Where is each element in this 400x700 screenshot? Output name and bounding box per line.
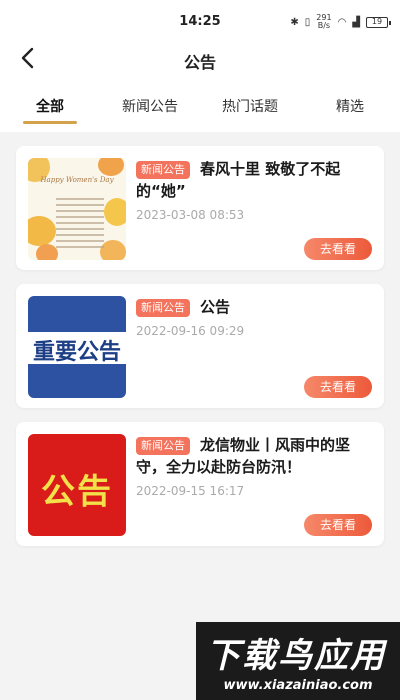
- category-badge: 新闻公告: [136, 299, 190, 317]
- article-card[interactable]: 公告 新闻公告 龙信物业丨风雨中的坚守，全力以赴防台防汛！ 2022-09-15 …: [16, 422, 384, 546]
- watermark-url: www.xiazainiao.com: [223, 678, 373, 693]
- view-more-button[interactable]: 去看看: [304, 238, 372, 260]
- page-title: 公告: [183, 53, 216, 72]
- article-date: 2022-09-15 16:17: [136, 484, 245, 498]
- article-thumbnail: 公告: [28, 434, 126, 536]
- status-icons: ✱ ▯ 291 B/s ◠ ▟ 19: [290, 14, 391, 30]
- article-list: Happy Women's Day 新闻公告 春风十里 致敬了不起的“她” 202…: [0, 132, 400, 546]
- tab-news[interactable]: 新闻公告: [100, 78, 200, 132]
- article-headline: 新闻公告 春风十里 致敬了不起的“她”: [136, 158, 372, 202]
- thumbnail-caption: 公告: [41, 472, 113, 512]
- wifi-icon: ◠: [337, 16, 347, 28]
- battery-level: 19: [371, 16, 383, 26]
- battery-icon: 19: [366, 16, 391, 28]
- watermark-title: 下载鸟应用: [206, 636, 386, 676]
- article-thumbnail: Happy Women's Day: [28, 158, 126, 260]
- article-headline: 新闻公告 龙信物业丨风雨中的坚守，全力以赴防台防汛！: [136, 434, 372, 478]
- tab-featured[interactable]: 精选: [300, 78, 400, 132]
- article-title: 公告: [200, 298, 231, 316]
- category-badge: 新闻公告: [136, 161, 190, 179]
- article-content: 新闻公告 龙信物业丨风雨中的坚守，全力以赴防台防汛！ 2022-09-15 16:…: [136, 434, 372, 498]
- tab-hot-topics[interactable]: 热门话题: [200, 78, 300, 132]
- vibrate-icon: ▯: [304, 16, 311, 28]
- view-more-button[interactable]: 去看看: [304, 376, 372, 398]
- net-speed-unit: B/s: [317, 21, 331, 30]
- tab-all[interactable]: 全部: [0, 78, 100, 132]
- thumbnail-caption: 重要公告: [32, 340, 121, 365]
- signal-icon: ▟: [352, 16, 360, 28]
- article-date: 2022-09-16 09:29: [136, 324, 245, 338]
- thumbnail-text-lines: [56, 198, 104, 252]
- article-content: 新闻公告 公告 2022-09-16 09:29: [136, 296, 372, 338]
- status-bar: 14:25 ✱ ▯ 291 B/s ◠ ▟ 19: [0, 0, 400, 40]
- article-card[interactable]: 重要公告 新闻公告 公告 2022-09-16 09:29 去看看: [16, 284, 384, 408]
- article-date: 2023-03-08 08:53: [136, 208, 245, 222]
- article-headline: 新闻公告 公告: [136, 296, 372, 318]
- bluetooth-icon: ✱: [290, 16, 299, 28]
- article-content: 新闻公告 春风十里 致敬了不起的“她” 2023-03-08 08:53: [136, 158, 372, 222]
- watermark: 下载鸟应用 www.xiazainiao.com: [196, 622, 400, 700]
- net-speed: 291 B/s: [316, 14, 331, 30]
- view-more-button[interactable]: 去看看: [304, 514, 372, 536]
- article-card[interactable]: Happy Women's Day 新闻公告 春风十里 致敬了不起的“她” 202…: [16, 146, 384, 270]
- nav-bar: 公告: [0, 40, 400, 78]
- tab-bar: 全部 新闻公告 热门话题 精选: [0, 78, 400, 132]
- category-badge: 新闻公告: [136, 437, 190, 455]
- thumbnail-caption: Happy Women's Day: [40, 176, 114, 184]
- article-thumbnail: 重要公告: [28, 296, 126, 398]
